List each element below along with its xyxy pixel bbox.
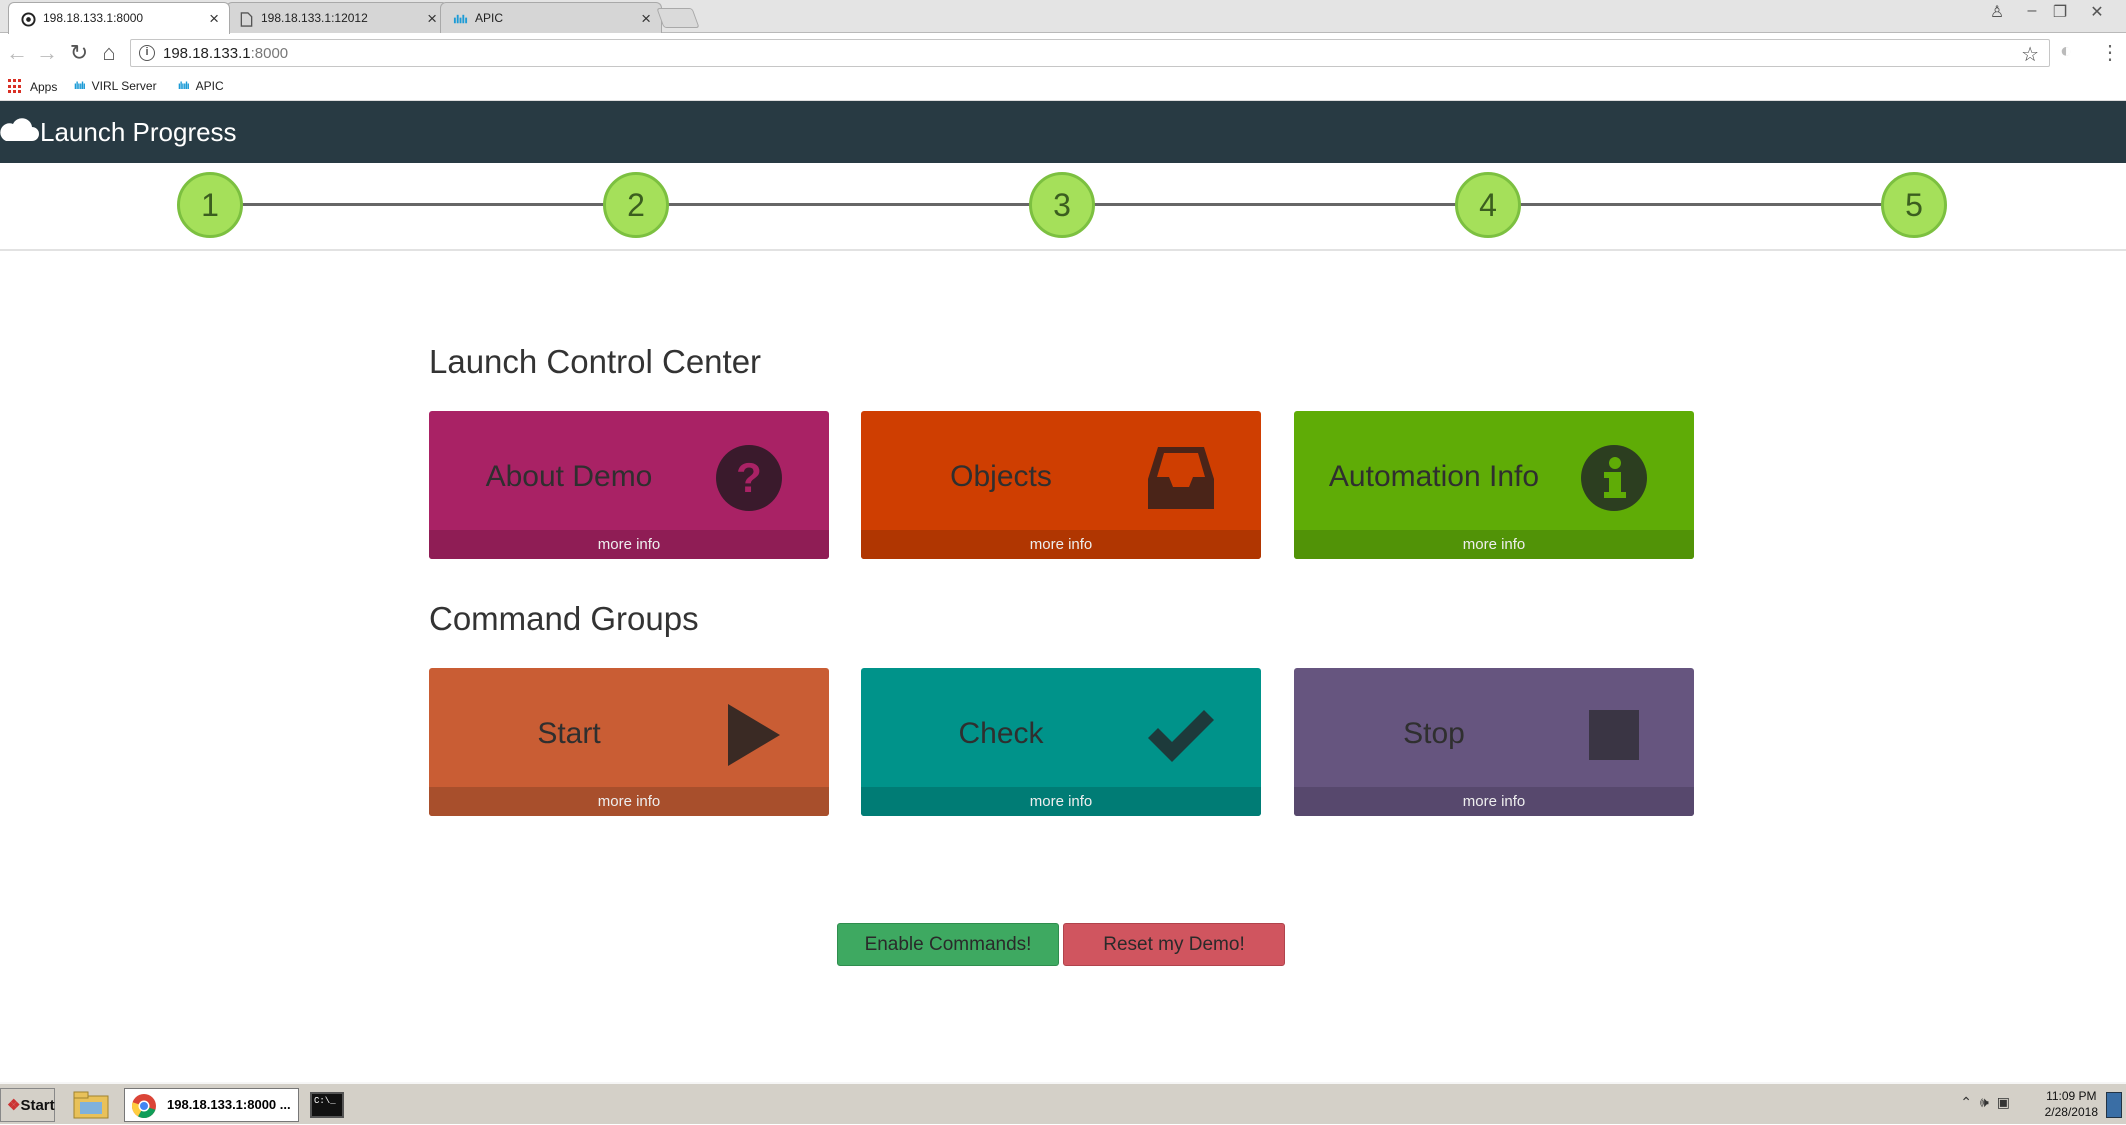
tab-strip: 198.18.133.1:8000 × 198.18.133.1:12012 ×…	[0, 0, 2126, 34]
cisco-icon: ılıılı	[74, 80, 86, 92]
address-bar[interactable]: i 198.18.133.1:8000 ☆	[130, 39, 2050, 67]
more-info-link[interactable]: more info	[1294, 787, 1694, 816]
cisco-icon: ılıılı	[178, 80, 190, 92]
tile-label: About Demo	[485, 460, 653, 493]
progress-step-1: 1	[177, 172, 243, 238]
clock-time: 11:09 PM	[2046, 1089, 2097, 1103]
more-info-link[interactable]: more info	[861, 787, 1261, 816]
tray-expand-icon[interactable]: ⌃	[1960, 1094, 1980, 1110]
play-icon	[728, 704, 780, 766]
progress-step-2: 2	[603, 172, 669, 238]
tab-title: 198.18.133.1:8000	[43, 11, 144, 25]
bookmark-apps[interactable]: Apps	[8, 79, 57, 94]
svg-text:?: ?	[736, 454, 762, 501]
url-port: :8000	[250, 45, 289, 62]
automation-info-tile[interactable]: Automation Info more info	[1294, 411, 1694, 559]
bookmark-label: VIRL Server	[91, 79, 157, 93]
show-desktop-button[interactable]	[2106, 1092, 2122, 1118]
extension-icon[interactable]: ◐	[2060, 40, 2072, 63]
cisco-icon	[453, 12, 468, 27]
close-tab-icon[interactable]: ×	[427, 9, 437, 29]
system-tray: ⌃🕪▣	[1960, 1094, 2018, 1111]
tab-12012[interactable]: 198.18.133.1:12012 ×	[226, 2, 448, 33]
inbox-icon	[1148, 447, 1214, 509]
tile-label: Objects	[950, 460, 1052, 493]
back-icon[interactable]: ←	[4, 40, 30, 66]
check-tile[interactable]: Check more info	[861, 668, 1261, 816]
windows-logo-icon: ❖	[7, 1097, 21, 1114]
more-info-link[interactable]: more info	[861, 530, 1261, 559]
check-icon	[1148, 710, 1214, 762]
chrome-taskbar-item[interactable]: 198.18.133.1:8000 ...	[124, 1088, 299, 1122]
forward-icon[interactable]: →	[34, 40, 60, 66]
objects-tile[interactable]: Objects more info	[861, 411, 1261, 559]
restore-icon[interactable]: ❐	[2048, 2, 2072, 22]
reload-icon[interactable]: ↻	[66, 40, 92, 66]
menu-icon[interactable]: ⋮	[2100, 40, 2120, 65]
app-navbar: Launch Progress	[0, 101, 2126, 163]
progress-step-4: 4	[1455, 172, 1521, 238]
document-icon	[239, 12, 254, 27]
tab-title: 198.18.133.1:12012	[261, 11, 368, 25]
close-tab-icon[interactable]: ×	[209, 9, 219, 29]
progress-step-3: 3	[1029, 172, 1095, 238]
bookmark-label: Apps	[30, 79, 58, 94]
os-taskbar: ❖Start 198.18.133.1:8000 ... C:\_ ⌃🕪▣ 11…	[0, 1082, 2126, 1124]
volume-icon[interactable]: 🕪	[1980, 1094, 1997, 1110]
start-tile[interactable]: Start more info	[429, 668, 829, 816]
tab-apic[interactable]: APIC ×	[440, 2, 662, 33]
bookmark-label: APIC	[195, 79, 224, 93]
cmd-terminal-icon[interactable]: C:\_	[310, 1092, 344, 1118]
minimize-icon[interactable]: –	[2020, 2, 2044, 20]
about-demo-tile[interactable]: About Demo ? more info	[429, 411, 829, 559]
home-icon[interactable]: ⌂	[96, 40, 122, 66]
more-info-link[interactable]: more info	[429, 787, 829, 816]
user-icon[interactable]: ♙	[1985, 2, 2009, 22]
stop-tile[interactable]: Stop more info	[1294, 668, 1694, 816]
file-explorer-icon[interactable]	[72, 1090, 110, 1120]
browser-toolbar: ← → ↻ ⌂ i 198.18.133.1:8000 ☆ ◐ ⋮	[0, 33, 2126, 73]
cloud-icon	[0, 118, 40, 141]
bookmarks-bar: Apps ılıılı VIRL Server ılıılı APIC	[0, 73, 2126, 101]
more-info-link[interactable]: more info	[429, 530, 829, 559]
question-icon: ?	[716, 445, 782, 511]
clock-date: 2/28/2018	[2044, 1105, 2098, 1119]
apps-grid-icon	[8, 79, 23, 94]
start-button[interactable]: ❖Start	[0, 1088, 55, 1122]
tile-label: Automation Info	[1328, 460, 1540, 493]
url-host: 198.18.133.1	[163, 45, 251, 62]
tile-label: Start	[537, 717, 601, 750]
bookmark-apic[interactable]: ılıılı APIC	[178, 79, 224, 93]
info-icon	[1581, 445, 1647, 511]
new-tab-button[interactable]	[656, 8, 700, 28]
launch-control-title: Launch Control Center	[429, 343, 762, 380]
globe-icon	[21, 12, 36, 27]
chrome-icon	[132, 1094, 156, 1118]
progress-step-5: 5	[1881, 172, 1947, 238]
tile-label: Stop	[1403, 717, 1465, 750]
info-icon[interactable]: i	[139, 45, 155, 61]
reset-demo-button[interactable]: Reset my Demo!	[1063, 923, 1285, 966]
tile-label: Check	[958, 717, 1044, 750]
tab-8000[interactable]: 198.18.133.1:8000 ×	[8, 2, 230, 34]
more-info-link[interactable]: more info	[1294, 530, 1694, 559]
bookmark-star-icon[interactable]: ☆	[2021, 42, 2039, 67]
tab-title: APIC	[475, 11, 504, 25]
network-icon[interactable]: ▣	[1997, 1094, 2018, 1110]
system-clock[interactable]: 11:09 PM 2/28/2018	[2045, 1088, 2098, 1120]
bookmark-virl-server[interactable]: ılıılı VIRL Server	[74, 79, 157, 93]
close-tab-icon[interactable]: ×	[641, 9, 651, 29]
brand-title: Launch Progress	[40, 117, 237, 147]
launch-progress-bar: 1 2 3 4 5	[0, 163, 2126, 251]
close-window-icon[interactable]: ✕	[2085, 2, 2109, 22]
taskbar-item-label: 198.18.133.1:8000 ...	[167, 1097, 291, 1112]
stop-icon	[1589, 710, 1639, 760]
start-label: Start	[20, 1097, 55, 1114]
enable-commands-button[interactable]: Enable Commands!	[837, 923, 1059, 966]
command-groups-title: Command Groups	[429, 600, 699, 637]
